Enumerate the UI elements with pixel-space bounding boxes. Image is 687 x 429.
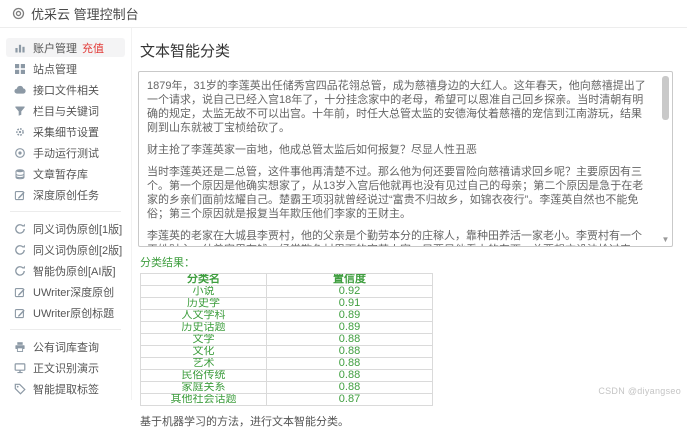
- edit-icon: [14, 307, 26, 319]
- sidebar-item-label: 智能伪原创[AI版]: [33, 265, 116, 278]
- sidebar-divider: [10, 329, 121, 330]
- confidence-cell: 0.89: [266, 309, 433, 322]
- textarea-content: 1879年，31岁的李莲英出任储秀宫四品花翎总管，成为慈禧身边的大红人。这年春天…: [147, 79, 650, 246]
- textarea-paragraph: 1879年，31岁的李莲英出任储秀宫四品花翎总管，成为慈禧身边的大红人。这年春天…: [147, 80, 646, 134]
- textarea-paragraph: 当时李莲英还是二总管，这件事他再清楚不过。那么他为何还要冒险向慈禧请求回乡呢？主…: [147, 166, 644, 220]
- main-content: 文本智能分类 1879年，31岁的李莲英出任储秀宫四品花翎总管，成为慈禧身边的大…: [132, 28, 687, 428]
- confidence-cell: 0.88: [266, 369, 433, 382]
- sidebar-item-synonym-rewrite-v2[interactable]: 同义词伪原创[2版]: [6, 240, 125, 259]
- refresh-icon: [14, 223, 26, 235]
- sidebar-item-label: 深度原创任务: [33, 189, 99, 202]
- sidebar-item-content-recognition-demo[interactable]: 正文识别演示: [6, 358, 125, 377]
- watermark: CSDN @diyangseo: [598, 386, 681, 396]
- sidebar: 账户管理 充值 站点管理 接口文件相关 栏目与关键词 采集细节设置 手动运行测试 文章暂存库深…: [0, 28, 132, 400]
- textarea-paragraph: 财主抢了李莲英家一亩地，他成总管太监后如何报复？尽显人性丑恶: [147, 144, 477, 156]
- footer-note: 基于机器学习的方法，进行文本智能分类。: [140, 416, 349, 428]
- bar-chart-icon: [14, 42, 26, 54]
- printer-icon: [14, 341, 26, 353]
- category-cell: 人文学科: [140, 309, 267, 322]
- category-cell: 家庭关系: [140, 381, 267, 394]
- sidebar-item-columns-keywords[interactable]: 栏目与关键词: [6, 101, 125, 120]
- sidebar-item-api-files[interactable]: 接口文件相关: [6, 80, 125, 99]
- confidence-cell: 0.88: [266, 345, 433, 358]
- app-title: 优采云 管理控制台: [31, 7, 139, 22]
- confidence-cell: 0.88: [266, 381, 433, 394]
- category-cell: 小说: [140, 285, 267, 298]
- grid-icon: [14, 63, 26, 75]
- edit-icon: [14, 286, 26, 298]
- filter-icon: [14, 105, 26, 117]
- sidebar-item-label: UWriter原创标题: [33, 307, 115, 320]
- input-textarea[interactable]: 1879年，31岁的李莲英出任储秀宫四品花翎总管，成为慈禧身边的大红人。这年春天…: [138, 71, 673, 247]
- sidebar-item-site-management[interactable]: 站点管理: [6, 59, 125, 78]
- table-row: 历史学 0.91: [140, 297, 433, 310]
- table-header-cell: 分类名: [140, 273, 267, 286]
- sidebar-divider: [10, 211, 121, 212]
- table-row: 民俗传统 0.88: [140, 369, 433, 382]
- category-cell: 文化: [140, 345, 267, 358]
- sidebar-item-label: 接口文件相关: [33, 84, 99, 97]
- result-table: 分类名 置信度 小说 0.92 历史学 0.91 人文学科 0.89 历史话题 0.89 文学 0.8…: [140, 273, 433, 406]
- category-cell: 艺术: [140, 357, 267, 370]
- sidebar-item-article-storage[interactable]: 文章暂存库: [6, 164, 125, 183]
- sidebar-item-label: 文章暂存库: [33, 168, 88, 181]
- category-cell: 历史学: [140, 297, 267, 310]
- refresh-icon: [14, 244, 26, 256]
- confidence-cell: 0.92: [266, 285, 433, 298]
- sidebar-item-label: 智能提取标签: [33, 383, 99, 396]
- page-title: 文本智能分类: [140, 43, 231, 60]
- table-row: 艺术 0.88: [140, 357, 433, 370]
- sidebar-item-label: 采集细节设置: [33, 126, 99, 139]
- sidebar-item-public-lexicon-query[interactable]: 公有词库查询: [6, 337, 125, 356]
- scrollbar-down-arrow-icon[interactable]: ▼: [661, 235, 670, 245]
- sidebar-item-label: 同义词伪原创[2版]: [33, 244, 123, 257]
- top-header-bar: 优采云 管理控制台: [0, 0, 687, 28]
- result-label: 分类结果：: [140, 257, 195, 269]
- sidebar-item-uwriter-deep-original[interactable]: UWriter深度原创: [6, 282, 125, 301]
- sidebar-item-uwriter-original-title[interactable]: UWriter原创标题: [6, 303, 125, 322]
- confidence-cell: 0.88: [266, 333, 433, 346]
- table-row: 文学 0.88: [140, 333, 433, 346]
- textarea-paragraph: 李莲英的老家在大城县李贾村，他的父亲是个勤劳本分的庄稼人，靠种田养活一家老小。李…: [147, 230, 642, 246]
- sidebar-item-label: 栏目与关键词: [33, 105, 99, 118]
- scrollbar-thumb[interactable]: [662, 76, 669, 120]
- table-header-cell: 置信度: [266, 273, 433, 286]
- confidence-cell: 0.91: [266, 297, 433, 310]
- sidebar-item-ai-rewrite[interactable]: 智能伪原创[AI版]: [6, 261, 125, 280]
- sidebar-item-smart-tag-extraction[interactable]: 智能提取标签: [6, 379, 125, 398]
- sidebar-item-label: UWriter深度原创: [33, 286, 115, 299]
- table-row: 历史话题 0.89: [140, 321, 433, 334]
- tag-icon: [14, 383, 26, 395]
- recharge-badge[interactable]: 充值: [82, 40, 104, 56]
- sidebar-item-collection-settings[interactable]: 采集细节设置: [6, 122, 125, 141]
- sidebar-item-label: 公有词库查询: [33, 341, 99, 354]
- category-cell: 历史话题: [140, 321, 267, 334]
- confidence-cell: 0.88: [266, 357, 433, 370]
- edit-icon: [14, 189, 26, 201]
- sidebar-item-label: 站点管理: [33, 63, 77, 76]
- sidebar-item-label: 手动运行测试: [33, 147, 99, 160]
- cloud-icon: [14, 84, 26, 96]
- sidebar-item-label: 正文识别演示: [33, 362, 99, 375]
- table-row: 人文学科 0.89: [140, 309, 433, 322]
- sidebar-item-label: 账户管理: [33, 42, 77, 55]
- sidebar-item-deep-original-task[interactable]: 深度原创任务: [6, 185, 125, 204]
- table-row: 小说 0.92: [140, 285, 433, 298]
- gears-icon: [14, 126, 26, 138]
- sidebar-item-manual-run-test[interactable]: 手动运行测试: [6, 143, 125, 162]
- sidebar-item-label: 同义词伪原创[1版]: [33, 223, 123, 236]
- target-icon: [14, 147, 26, 159]
- app-logo-icon: [12, 7, 25, 20]
- table-row: 家庭关系 0.88: [140, 381, 433, 394]
- refresh-icon: [14, 265, 26, 277]
- monitor-icon: [14, 362, 26, 374]
- confidence-cell: 0.89: [266, 321, 433, 334]
- sidebar-item-synonym-rewrite-v1[interactable]: 同义词伪原创[1版]: [6, 219, 125, 238]
- table-header-row: 分类名 置信度: [140, 273, 433, 286]
- category-cell: 文学: [140, 333, 267, 346]
- category-cell: 民俗传统: [140, 369, 267, 382]
- database-icon: [14, 168, 26, 180]
- sidebar-item-account-management[interactable]: 账户管理 充值: [6, 38, 125, 57]
- table-row: 文化 0.88: [140, 345, 433, 358]
